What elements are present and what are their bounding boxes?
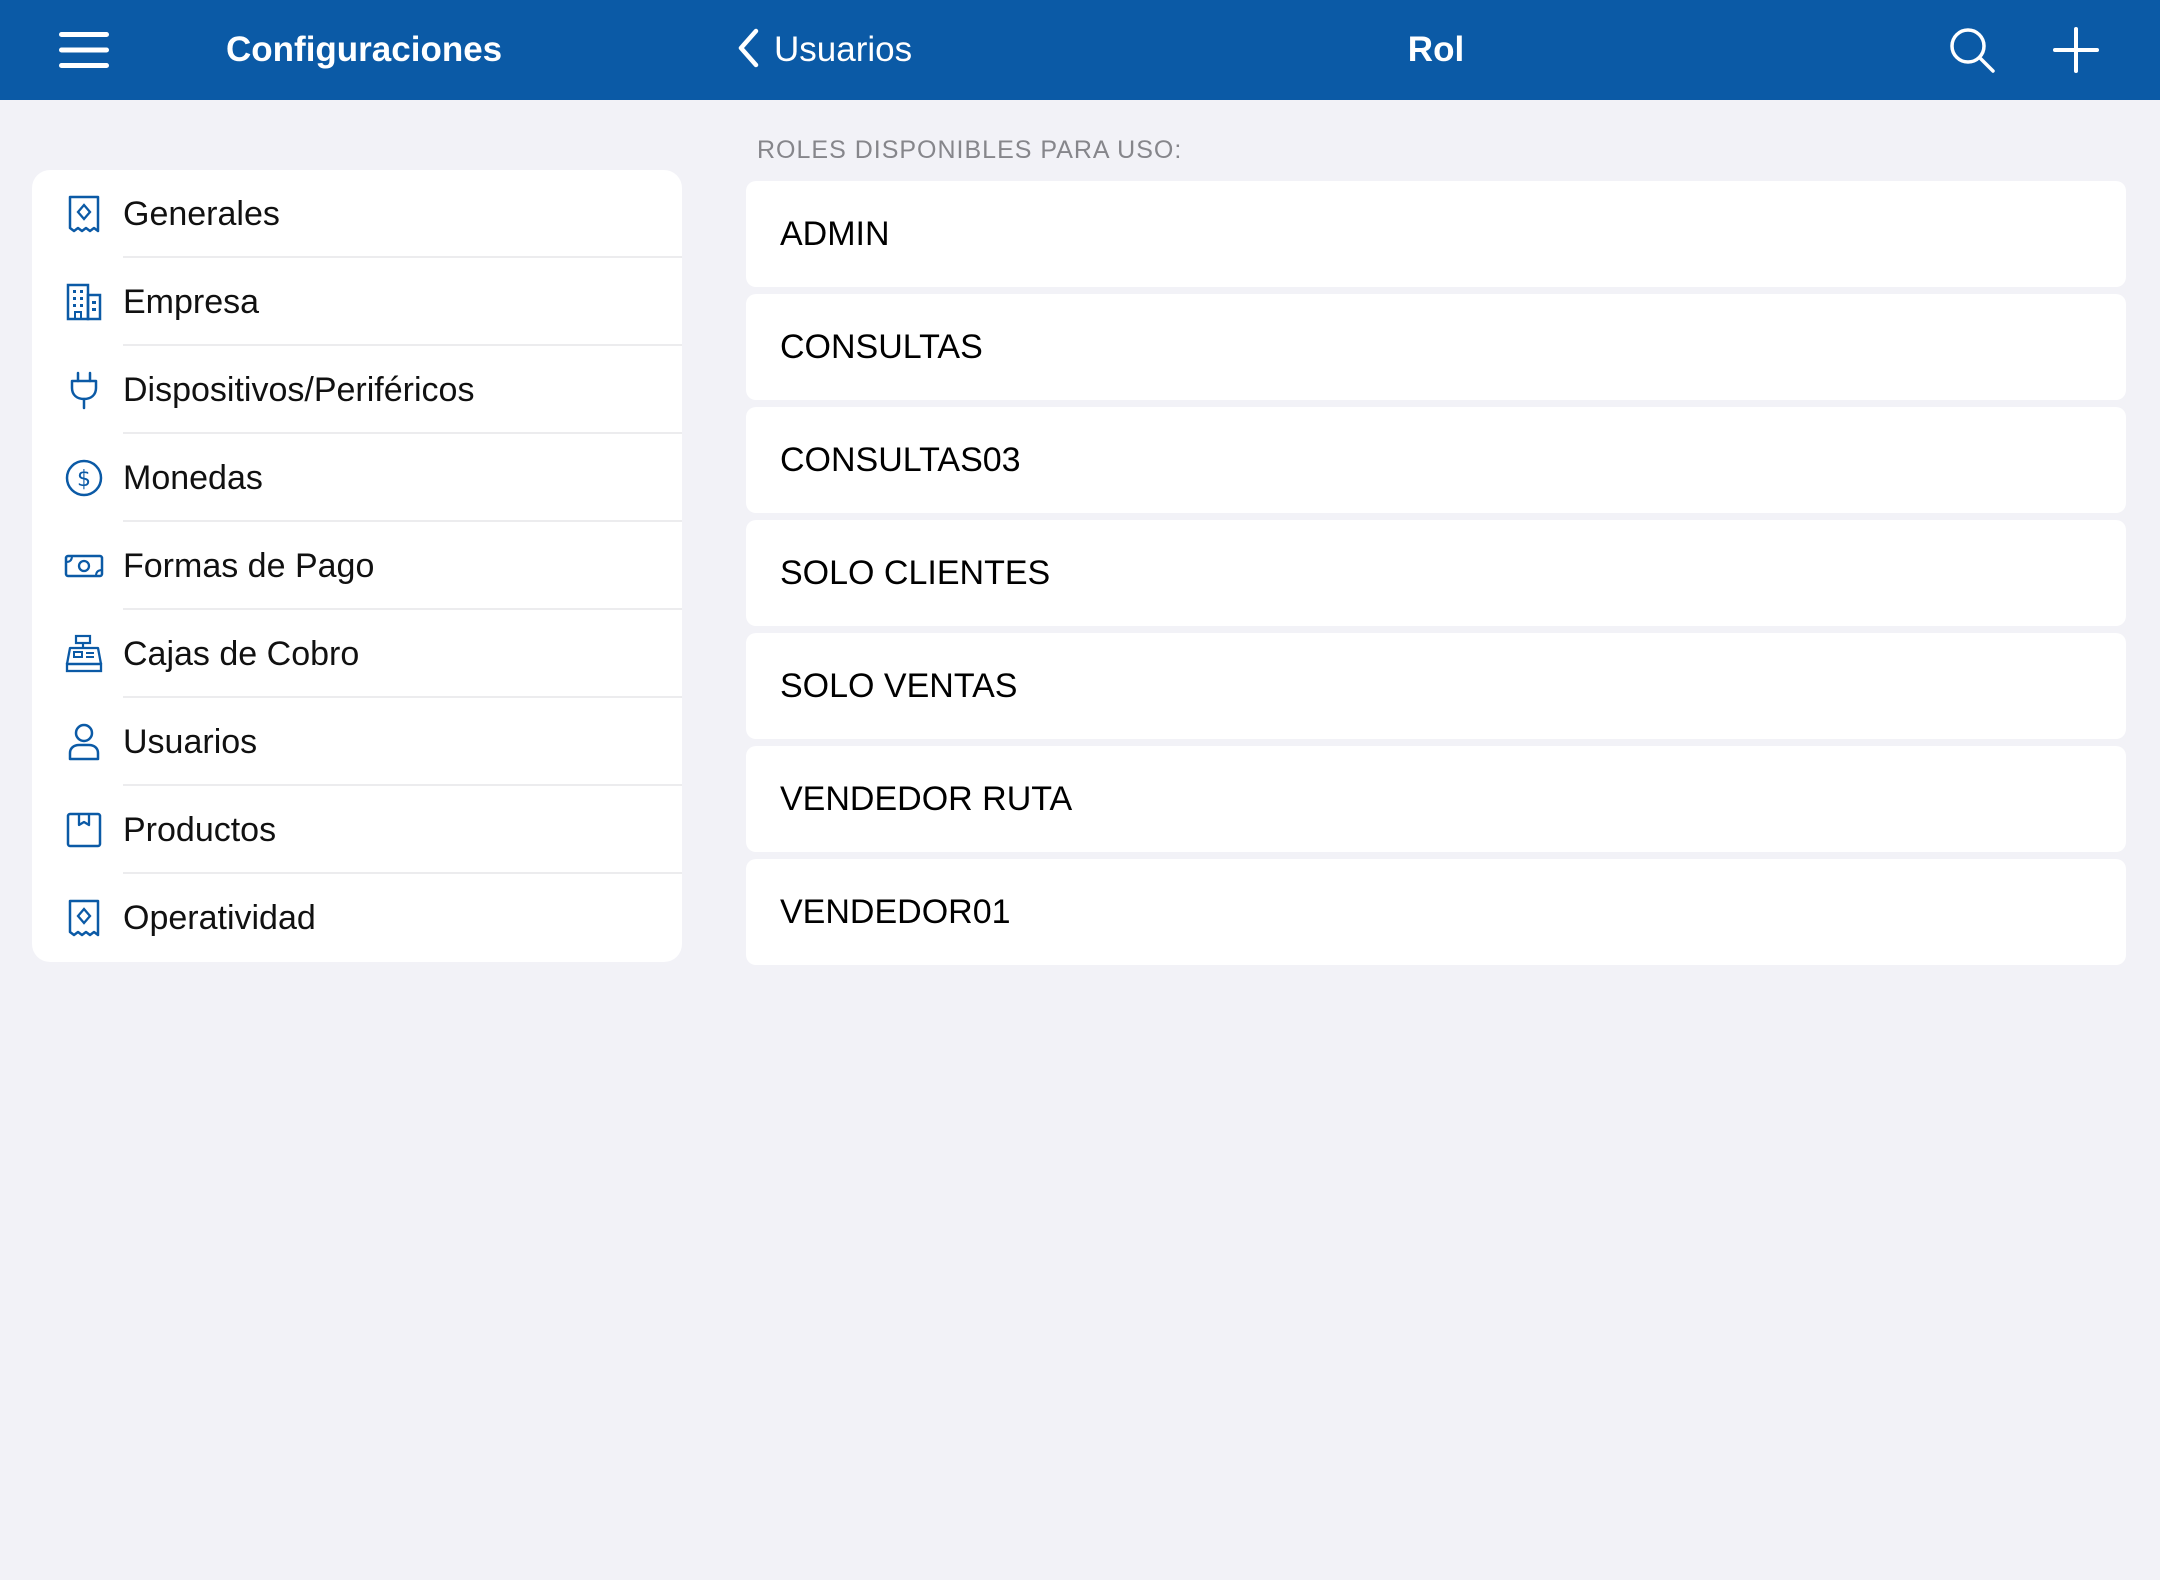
receipt-icon <box>64 194 104 234</box>
role-label: CONSULTAS03 <box>780 441 1021 479</box>
role-label: VENDEDOR01 <box>780 893 1011 931</box>
product-box-icon <box>64 810 104 850</box>
role-label: SOLO CLIENTES <box>780 554 1051 592</box>
role-label: VENDEDOR RUTA <box>780 780 1073 818</box>
settings-sidebar: Generales Empresa Dispositivos/Periféric… <box>32 170 682 962</box>
role-list: ADMIN CONSULTAS CONSULTAS03 SOLO CLIENTE… <box>746 181 2126 972</box>
cash-register-icon <box>64 634 104 674</box>
sidebar-item-label: Formas de Pago <box>123 547 375 585</box>
role-row-admin[interactable]: ADMIN <box>746 181 2126 287</box>
chevron-left-icon <box>736 28 760 73</box>
sidebar-item-label: Generales <box>123 195 280 233</box>
sidebar-item-dispositivos[interactable]: Dispositivos/Periféricos <box>32 346 682 434</box>
section-header: ROLES DISPONIBLES PARA USO: <box>757 136 1183 164</box>
sidebar-item-empresa[interactable]: Empresa <box>32 258 682 346</box>
back-button-label: Usuarios <box>774 30 913 69</box>
role-row-consultas[interactable]: CONSULTAS <box>746 294 2126 400</box>
building-icon <box>64 282 104 322</box>
search-icon[interactable] <box>1948 26 1996 74</box>
hamburger-menu-icon[interactable] <box>58 30 110 70</box>
person-icon <box>64 722 104 762</box>
navigation-bar: Configuraciones Usuarios Rol <box>0 0 2160 100</box>
sidebar-item-label: Usuarios <box>123 723 258 761</box>
sidebar-item-monedas[interactable]: $ Monedas <box>32 434 682 522</box>
svg-text:$: $ <box>77 467 91 492</box>
banknote-icon <box>64 546 104 586</box>
role-row-vendedor-ruta[interactable]: VENDEDOR RUTA <box>746 746 2126 852</box>
role-label: CONSULTAS <box>780 328 983 366</box>
sidebar-item-label: Operatividad <box>123 899 316 937</box>
page-title: Rol <box>1407 30 1465 69</box>
sidebar-title: Configuraciones <box>226 30 503 69</box>
plug-icon <box>64 370 104 410</box>
sidebar-item-productos[interactable]: Productos <box>32 786 682 874</box>
dollar-circle-icon: $ <box>64 458 104 498</box>
sidebar-item-label: Empresa <box>123 283 260 321</box>
sidebar-item-label: Productos <box>123 811 277 849</box>
back-button[interactable]: Usuarios <box>736 26 912 74</box>
role-label: SOLO VENTAS <box>780 667 1018 705</box>
sidebar-item-usuarios[interactable]: Usuarios <box>32 698 682 786</box>
role-row-solo-clientes[interactable]: SOLO CLIENTES <box>746 520 2126 626</box>
sidebar-item-label: Dispositivos/Periféricos <box>123 371 475 409</box>
receipt-icon <box>64 898 104 938</box>
sidebar-item-label: Cajas de Cobro <box>123 635 360 673</box>
sidebar-item-generales[interactable]: Generales <box>32 170 682 258</box>
sidebar-item-operatividad[interactable]: Operatividad <box>32 874 682 962</box>
sidebar-item-cajas-de-cobro[interactable]: Cajas de Cobro <box>32 610 682 698</box>
role-row-consultas03[interactable]: CONSULTAS03 <box>746 407 2126 513</box>
sidebar-item-formas-de-pago[interactable]: Formas de Pago <box>32 522 682 610</box>
role-label: ADMIN <box>780 215 890 253</box>
sidebar-item-label: Monedas <box>123 459 263 497</box>
plus-icon[interactable] <box>2052 26 2100 74</box>
role-row-vendedor01[interactable]: VENDEDOR01 <box>746 859 2126 965</box>
role-row-solo-ventas[interactable]: SOLO VENTAS <box>746 633 2126 739</box>
